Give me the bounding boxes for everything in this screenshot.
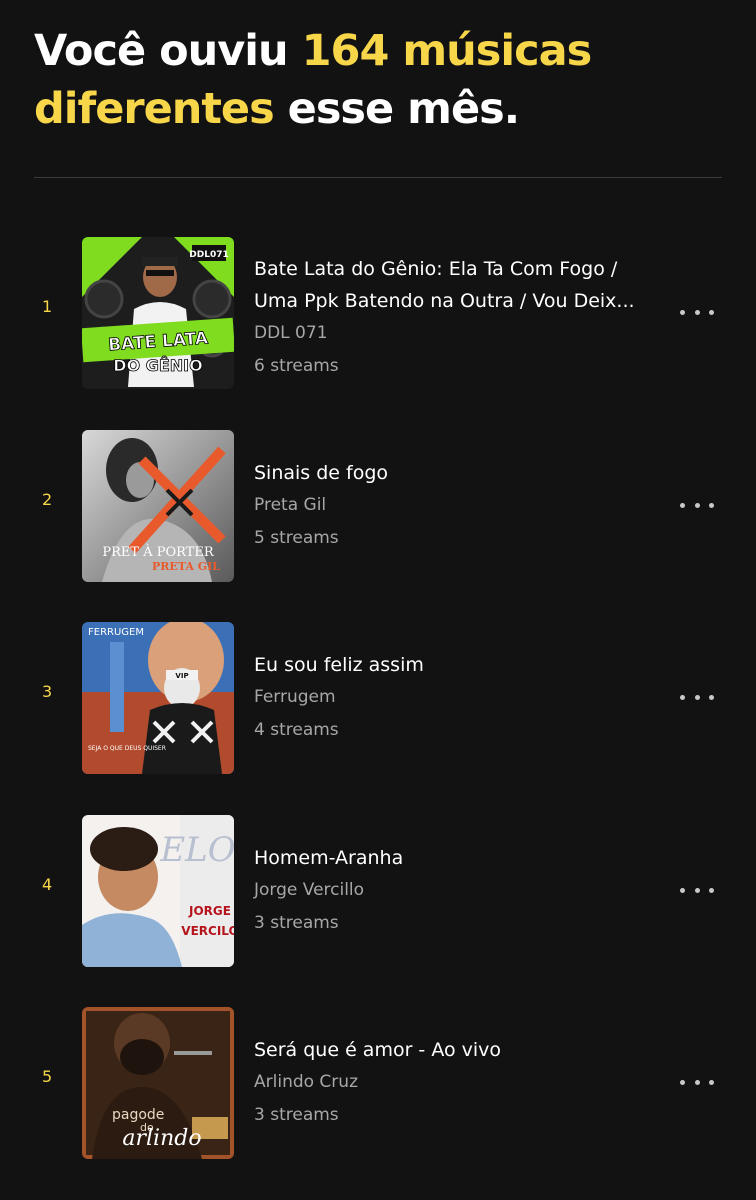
- cover-text: FERRUGEM: [88, 627, 144, 638]
- more-options-icon[interactable]: [680, 492, 714, 518]
- track-artist[interactable]: Arlindo Cruz: [254, 1070, 664, 1094]
- cover-text: pagode: [112, 1107, 164, 1123]
- cover-text: DDL071: [189, 250, 228, 260]
- divider: [34, 177, 722, 178]
- page-title: Você ouviu 164 músicas diferentes esse m…: [34, 22, 724, 138]
- album-cover[interactable]: ELO JORGE VERCILO: [82, 815, 234, 967]
- cover-text: VERCILO: [181, 924, 234, 938]
- track-info: Homem-Aranha Jorge Vercillo 3 streams: [254, 842, 664, 935]
- track-streams: 3 streams: [254, 1105, 339, 1125]
- cover-text: arlindo: [122, 1126, 201, 1151]
- track-info: Eu sou feliz assim Ferrugem 4 streams: [254, 649, 664, 742]
- album-cover[interactable]: PRET À PORTER PRETA GIL: [82, 430, 234, 582]
- track-title[interactable]: Homem-Aranha: [254, 842, 664, 874]
- title-prefix: Você ouviu: [34, 26, 302, 76]
- cover-text: ELO: [159, 830, 234, 870]
- track-row[interactable]: 1 DDL071 BATE LATA DO GÊNIO Bate Lata do…: [0, 237, 756, 389]
- cover-text: SEJA O QUE DEUS QUISER: [88, 745, 166, 752]
- track-row[interactable]: 4 ELO JORGE VERCILO Homem-Aranha Jorge V…: [0, 815, 756, 967]
- track-artist[interactable]: DDL 071: [254, 321, 664, 345]
- monthly-stats-screen: { "header": { "prefix": "Você ouviu ", "…: [0, 0, 756, 1200]
- track-title[interactable]: Bate Lata do Gênio: Ela Ta Com Fogo / Um…: [254, 253, 664, 317]
- cover-text: DO GÊNIO: [113, 356, 202, 375]
- track-rank: 1: [42, 297, 53, 316]
- more-options-icon[interactable]: [680, 877, 714, 903]
- track-artist[interactable]: Ferrugem: [254, 685, 664, 709]
- track-rank: 5: [42, 1067, 53, 1086]
- track-info: Sinais de fogo Preta Gil 5 streams: [254, 457, 664, 550]
- track-info: Bate Lata do Gênio: Ela Ta Com Fogo / Um…: [254, 253, 664, 378]
- cover-text: VIP: [175, 672, 188, 680]
- track-rank: 4: [42, 875, 53, 894]
- title-suffix: esse mês.: [273, 84, 520, 134]
- album-cover[interactable]: DDL071 BATE LATA DO GÊNIO: [82, 237, 234, 389]
- track-title[interactable]: Será que é amor - Ao vivo: [254, 1034, 664, 1066]
- more-options-icon[interactable]: [680, 684, 714, 710]
- track-streams: 4 streams: [254, 720, 339, 740]
- track-title[interactable]: Sinais de fogo: [254, 457, 664, 489]
- track-row[interactable]: 5 pagode do arlindo Será que é amor - Ao…: [0, 1007, 756, 1159]
- track-rank: 3: [42, 682, 53, 701]
- cover-text: PRET À PORTER: [102, 544, 214, 560]
- album-cover[interactable]: FERRUGEM VIP SEJA O QUE DEUS QUISER: [82, 622, 234, 774]
- track-streams: 3 streams: [254, 913, 339, 933]
- track-rank: 2: [42, 490, 53, 509]
- track-info: Será que é amor - Ao vivo Arlindo Cruz 3…: [254, 1034, 664, 1127]
- more-options-icon[interactable]: [680, 299, 714, 325]
- cover-text: JORGE: [188, 904, 231, 918]
- cover-text: PRETA GIL: [152, 560, 220, 573]
- track-title[interactable]: Eu sou feliz assim: [254, 649, 664, 681]
- track-row[interactable]: 2 PRET À PORTER PRETA GIL Sinais de fogo…: [0, 430, 756, 582]
- album-cover[interactable]: pagode do arlindo: [82, 1007, 234, 1159]
- track-artist[interactable]: Preta Gil: [254, 493, 664, 517]
- more-options-icon[interactable]: [680, 1069, 714, 1095]
- track-streams: 6 streams: [254, 356, 339, 376]
- track-streams: 5 streams: [254, 528, 339, 548]
- track-artist[interactable]: Jorge Vercillo: [254, 878, 664, 902]
- track-row[interactable]: 3 FERRUGEM VIP SEJA O QUE DEUS QUISER Eu…: [0, 622, 756, 774]
